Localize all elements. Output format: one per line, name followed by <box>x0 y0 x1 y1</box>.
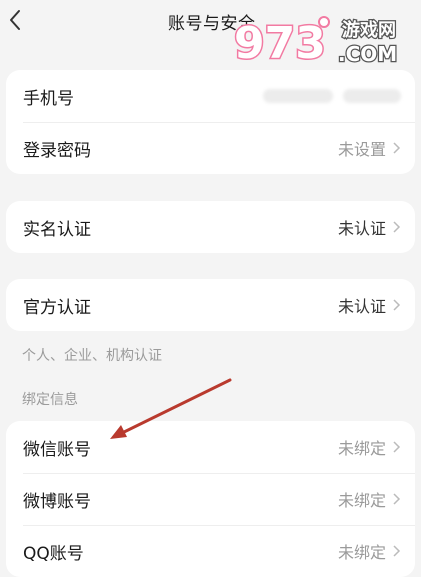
phone-value-blurred <box>343 89 401 103</box>
qq-status: 未绑定 <box>337 543 386 562</box>
qq-label: QQ账号 <box>23 543 84 564</box>
account-card: 手机号 登录密码 未设置 <box>6 70 415 174</box>
password-status: 未设置 <box>337 140 386 159</box>
chevron-right-icon <box>393 441 401 453</box>
chevron-right-icon <box>393 545 401 557</box>
realname-card: 实名认证 未认证 <box>6 201 415 253</box>
realname-status: 未认证 <box>337 219 386 238</box>
watermark-logo: 973 游戏网 .COM <box>230 8 418 71</box>
official-label: 官方认证 <box>23 297 91 318</box>
svg-text:.COM: .COM <box>338 42 397 66</box>
realname-row[interactable]: 实名认证 未认证 <box>6 201 415 253</box>
chevron-right-icon <box>393 299 401 311</box>
wechat-status: 未绑定 <box>337 439 386 458</box>
official-note: 个人、企业、机构认证 <box>22 348 162 364</box>
official-row[interactable]: 官方认证 未认证 <box>6 279 415 331</box>
phone-value-blurred <box>263 89 333 103</box>
weibo-row[interactable]: 微博账号 未绑定 <box>6 473 415 525</box>
weibo-label: 微博账号 <box>23 491 91 512</box>
svg-text:游戏网: 游戏网 <box>342 19 396 41</box>
password-label: 登录密码 <box>23 140 91 161</box>
chevron-right-icon <box>393 142 401 154</box>
wechat-label: 微信账号 <box>23 439 91 460</box>
password-row[interactable]: 登录密码 未设置 <box>6 122 415 174</box>
weibo-status: 未绑定 <box>337 491 386 510</box>
phone-label: 手机号 <box>23 88 74 109</box>
chevron-right-icon <box>393 221 401 233</box>
back-icon[interactable] <box>4 5 30 35</box>
phone-row[interactable]: 手机号 <box>6 70 415 122</box>
realname-label: 实名认证 <box>23 219 91 240</box>
svg-text:973: 973 <box>234 18 326 69</box>
wechat-row[interactable]: 微信账号 未绑定 <box>6 421 415 473</box>
chevron-right-icon <box>393 493 401 505</box>
official-status: 未认证 <box>337 297 386 316</box>
official-card: 官方认证 未认证 <box>6 279 415 331</box>
qq-row[interactable]: QQ账号 未绑定 <box>6 525 415 577</box>
binding-section-title: 绑定信息 <box>22 392 78 408</box>
binding-card: 微信账号 未绑定 微博账号 未绑定 QQ账号 未绑定 <box>6 421 415 577</box>
